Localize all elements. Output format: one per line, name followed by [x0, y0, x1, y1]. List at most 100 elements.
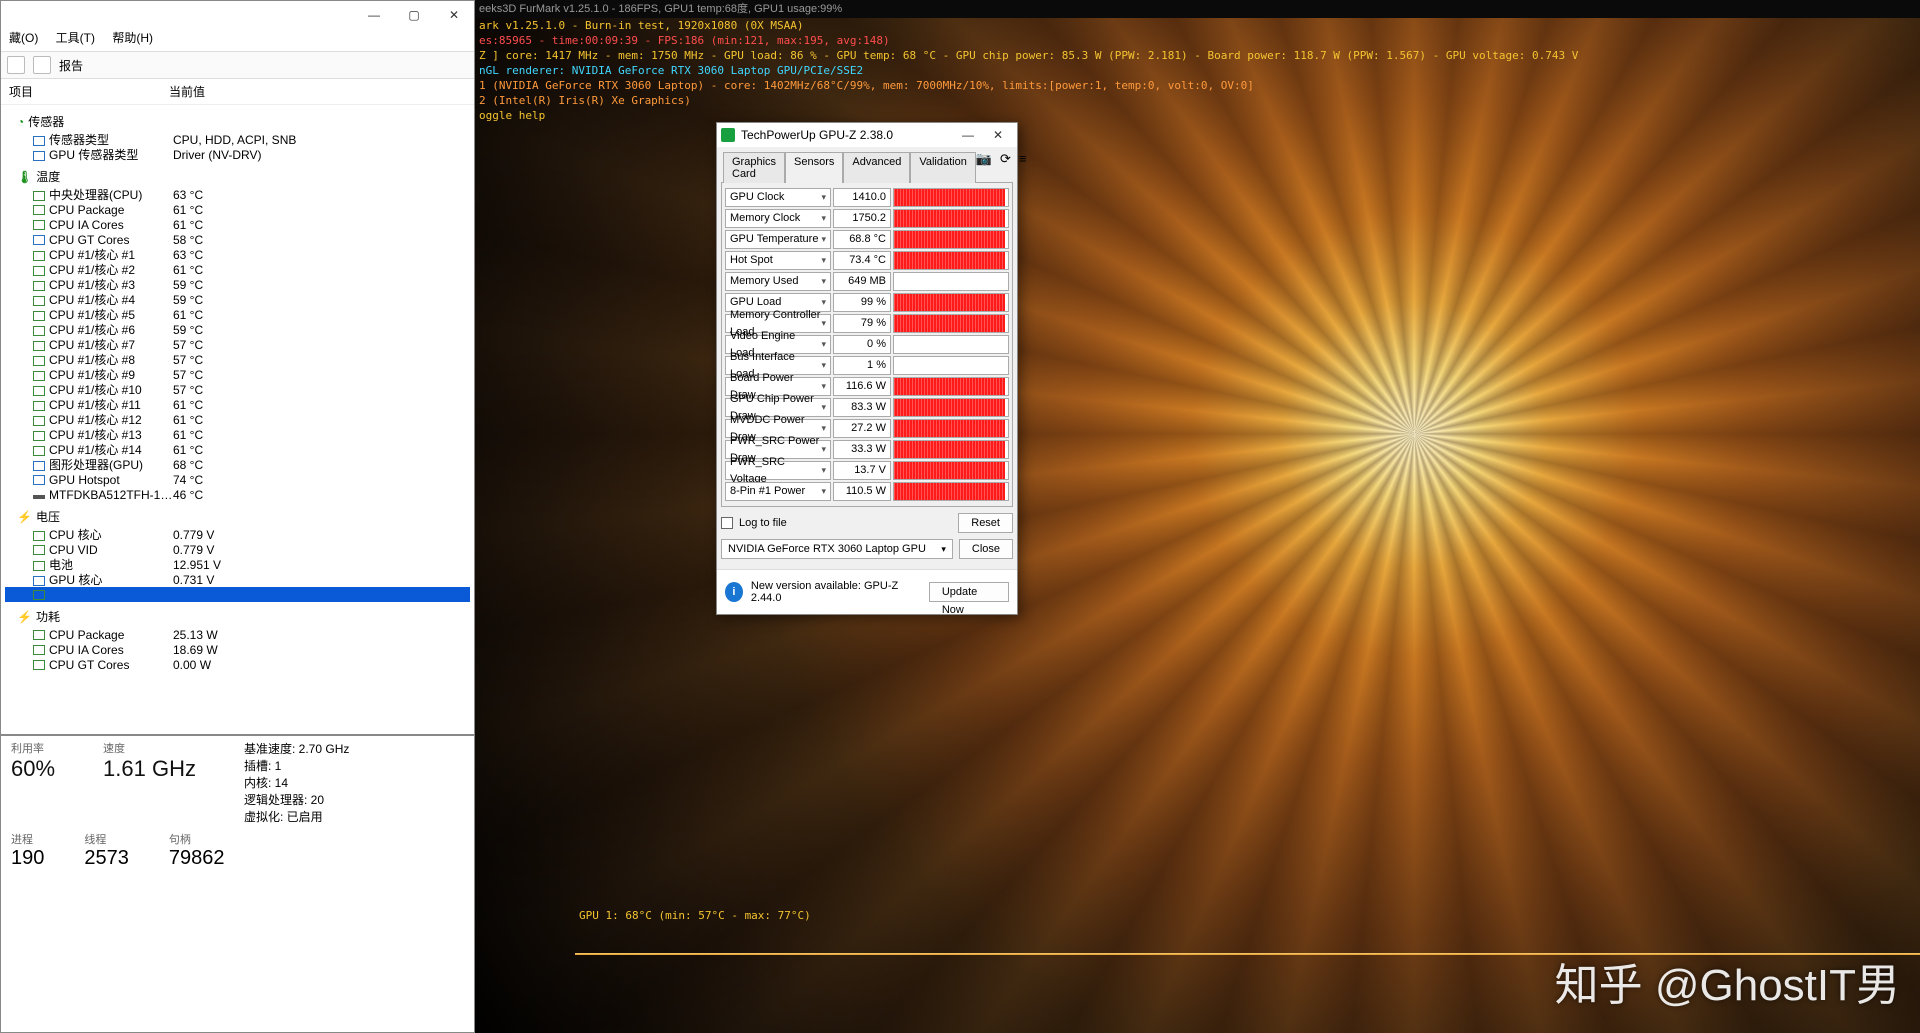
sensor-value: 27.2 W — [833, 419, 891, 438]
chevron-down-icon: ▾ — [821, 210, 826, 227]
gpuz-sensor-row: PWR_SRC Voltage▾13.7 V — [725, 460, 1009, 481]
sensor-name[interactable]: Memory Used▾ — [725, 272, 831, 291]
chevron-down-icon: ▾ — [821, 483, 826, 500]
toolbar-icon-2[interactable] — [33, 56, 51, 74]
gpuz-titlebar[interactable]: TechPowerUp GPU-Z 2.38.0 — ✕ — [717, 123, 1017, 147]
sensor-row[interactable]: CPU #1/核心 #757 °C — [5, 337, 470, 352]
tab-advanced[interactable]: Advanced — [843, 152, 910, 183]
sensor-row[interactable]: CPU #1/核心 #1361 °C — [5, 427, 470, 442]
sensor-row[interactable]: CPU #1/核心 #261 °C — [5, 262, 470, 277]
sensor-row[interactable]: CPU Package25.13 W — [5, 627, 470, 642]
sensor-row[interactable]: CPU #1/核心 #459 °C — [5, 292, 470, 307]
screenshot-icon[interactable]: 📷 — [976, 151, 992, 182]
menu-tools[interactable]: 工具(T) — [56, 31, 95, 45]
sensor-name[interactable]: GPU Clock▾ — [725, 188, 831, 207]
tab-validation[interactable]: Validation — [910, 152, 976, 183]
reset-button[interactable]: Reset — [958, 513, 1013, 533]
sensor-name[interactable]: GPU Temperature▾ — [725, 230, 831, 249]
gpuz-sensor-row: GPU Temperature▾68.8 °C — [725, 229, 1009, 250]
sensor-value: 1750.2 MHz — [833, 209, 891, 228]
log-checkbox[interactable] — [721, 517, 733, 529]
thr-value: 2573 — [84, 847, 129, 870]
close-button[interactable]: ✕ — [434, 1, 474, 29]
sensor-row[interactable] — [5, 587, 470, 602]
gpuz-minimize[interactable]: — — [953, 128, 983, 142]
sensor-row[interactable]: CPU #1/核心 #857 °C — [5, 352, 470, 367]
sensor-row[interactable]: CPU Package61 °C — [5, 202, 470, 217]
util-label: 利用率 — [11, 740, 55, 756]
overlay-line-4: nGL renderer: NVIDIA GeForce RTX 3060 La… — [479, 63, 1578, 78]
sensor-row[interactable]: 中央处理器(CPU)63 °C — [5, 187, 470, 202]
sensor-row[interactable]: GPU 传感器类型Driver (NV-DRV) — [5, 147, 470, 162]
sensor-graph — [893, 377, 1009, 396]
sensor-row[interactable]: CPU GT Cores0.00 W — [5, 657, 470, 672]
tab-sensors[interactable]: Sensors — [785, 152, 843, 183]
sensor-value: 79 % — [833, 314, 891, 333]
sensor-name[interactable]: 8-Pin #1 Power▾ — [725, 482, 831, 501]
toolbar-report[interactable]: 报告 — [59, 57, 83, 74]
update-button[interactable]: Update Now — [929, 582, 1009, 602]
tab-graphics-card[interactable]: Graphics Card — [723, 152, 785, 183]
sensor-row[interactable]: CPU #1/核心 #1461 °C — [5, 442, 470, 457]
update-banner: i New version available: GPU-Z 2.44.0 Up… — [717, 569, 1017, 614]
sensor-name[interactable]: PWR_SRC Voltage▾ — [725, 461, 831, 480]
chevron-down-icon: ▾ — [821, 252, 826, 269]
sensor-row[interactable]: CPU GT Cores58 °C — [5, 232, 470, 247]
gpuz-close[interactable]: ✕ — [983, 128, 1013, 142]
toolbar-icon-1[interactable] — [7, 56, 25, 74]
gpuz-sensor-row: 8-Pin #1 Power▾110.5 W — [725, 481, 1009, 502]
sensor-row[interactable]: CPU #1/核心 #561 °C — [5, 307, 470, 322]
sensor-row[interactable]: CPU #1/核心 #957 °C — [5, 367, 470, 382]
gpuz-icon — [721, 128, 735, 142]
virt-value: 已启用 — [287, 810, 323, 824]
sensor-name[interactable]: Memory Clock▾ — [725, 209, 831, 228]
sensor-row[interactable]: CPU #1/核心 #659 °C — [5, 322, 470, 337]
gpuz-sensor-row: Hot Spot▾73.4 °C — [725, 250, 1009, 271]
furmark-render — [475, 0, 1920, 1033]
sensor-tree[interactable]: ◔传感器传感器类型CPU, HDD, ACPI, SNBGPU 传感器类型Dri… — [1, 105, 474, 734]
maximize-button[interactable]: ▢ — [394, 1, 434, 29]
sensor-row[interactable]: CPU #1/核心 #1261 °C — [5, 412, 470, 427]
chevron-down-icon: ▾ — [821, 441, 826, 458]
sensor-row[interactable]: 传感器类型CPU, HDD, ACPI, SNB — [5, 132, 470, 147]
minimize-button[interactable]: — — [354, 1, 394, 29]
group-temp[interactable]: 🌡温度 — [17, 168, 470, 185]
hnd-label: 句柄 — [169, 831, 225, 847]
menu-bar[interactable]: 藏(O) 工具(T) 帮助(H) — [1, 29, 474, 51]
gpuz-window: TechPowerUp GPU-Z 2.38.0 — ✕ Graphics Ca… — [716, 122, 1018, 615]
group-power[interactable]: ⚡功耗 — [17, 608, 470, 625]
menu-help[interactable]: 帮助(H) — [112, 31, 153, 45]
chevron-down-icon: ▾ — [821, 399, 826, 416]
close-button[interactable]: Close — [959, 539, 1013, 559]
sensor-row[interactable]: 电池12.951 V — [5, 557, 470, 572]
sensor-row[interactable]: CPU IA Cores61 °C — [5, 217, 470, 232]
sensor-row[interactable]: CPU #1/核心 #1161 °C — [5, 397, 470, 412]
sensor-name[interactable]: Hot Spot▾ — [725, 251, 831, 270]
sensor-value: 13.7 V — [833, 461, 891, 480]
sensor-row[interactable]: MTFDKBA512TFH-1BC1AAB...46 °C — [5, 487, 470, 502]
gpuz-sensor-row: Memory Clock▾1750.2 MHz — [725, 208, 1009, 229]
gpu-select[interactable]: NVIDIA GeForce RTX 3060 Laptop GPU▾ — [721, 539, 953, 559]
sensor-row[interactable]: CPU #1/核心 #359 °C — [5, 277, 470, 292]
sensor-row[interactable]: 图形处理器(GPU)68 °C — [5, 457, 470, 472]
sensor-graph — [893, 314, 1009, 333]
sensor-row[interactable]: CPU 核心0.779 V — [5, 527, 470, 542]
sensor-row[interactable]: GPU Hotspot74 °C — [5, 472, 470, 487]
sock-value: 1 — [275, 759, 282, 773]
chevron-down-icon: ▾ — [821, 294, 826, 311]
sensor-row[interactable]: GPU 核心0.731 V — [5, 572, 470, 587]
group-volt[interactable]: ⚡电压 — [17, 508, 470, 525]
sensor-row[interactable]: CPU IA Cores18.69 W — [5, 642, 470, 657]
refresh-icon[interactable]: ⟳ — [1000, 151, 1011, 182]
window-titlebar[interactable]: — ▢ ✕ — [1, 1, 474, 29]
sensor-row[interactable]: CPU #1/核心 #1057 °C — [5, 382, 470, 397]
sensor-row[interactable]: CPU #1/核心 #163 °C — [5, 247, 470, 262]
sock-label: 插槽: — [244, 759, 271, 773]
watermark: 知乎 @GhostIT男 — [1555, 949, 1900, 1013]
group-sensors[interactable]: ◔传感器 — [17, 113, 470, 130]
sensor-graph — [893, 188, 1009, 207]
sensor-row[interactable]: CPU VID0.779 V — [5, 542, 470, 557]
menu-icon[interactable]: ≡ — [1019, 151, 1027, 182]
speed-label: 速度 — [103, 740, 196, 756]
menu-hide[interactable]: 藏(O) — [9, 31, 38, 45]
